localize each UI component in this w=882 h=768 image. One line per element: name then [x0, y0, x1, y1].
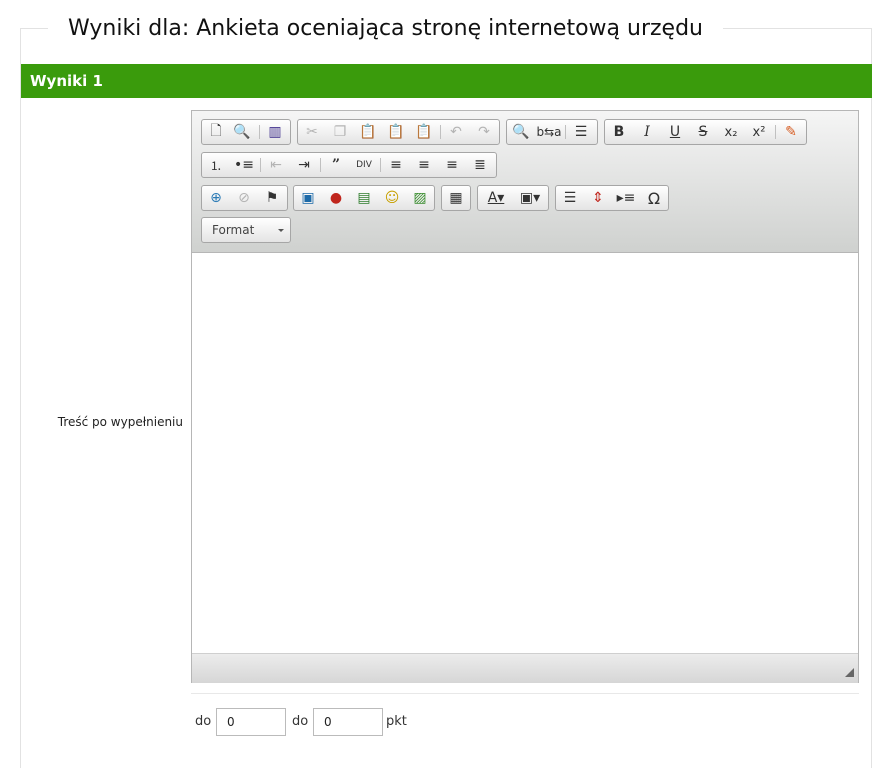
format-dropdown-label: Format [212, 223, 255, 237]
toolbar-group-links: ⊕ ⊘ ⚑ [201, 185, 288, 211]
align-right-icon[interactable]: ≡ [440, 153, 464, 177]
flash-icon[interactable]: ● [324, 186, 348, 210]
create-div-icon[interactable]: DIV [352, 153, 376, 177]
subscript-icon[interactable]: x₂ [719, 120, 743, 144]
toolbar-group-tools: ☰ ⇕ ▸≡ Ω [555, 185, 669, 211]
content-after-fill-label: Treść po wypełnieniu [57, 415, 183, 429]
image-icon[interactable]: ▣ [296, 186, 320, 210]
paste-text-icon[interactable]: 📋 [384, 120, 408, 144]
templates-icon[interactable]: ▥ [263, 120, 287, 144]
blockquote-icon[interactable]: ” [324, 153, 348, 177]
horizontal-line-icon[interactable]: ☰ [558, 186, 582, 210]
outdent-icon[interactable]: ⇤ [264, 153, 288, 177]
divider [191, 693, 859, 694]
score-from-input[interactable] [216, 708, 286, 736]
media-icon[interactable]: ▤ [352, 186, 376, 210]
justify-icon[interactable]: ≣ [468, 153, 492, 177]
editor-content-area[interactable] [192, 253, 858, 653]
align-center-icon[interactable]: ≡ [412, 153, 436, 177]
section-header: Wyniki 1 [21, 64, 872, 98]
show-blocks-icon[interactable]: ▸≡ [614, 186, 638, 210]
toolbar-group-paragraph: ⒈ •≡ ⇤ ⇥ ” DIV ≡ ≡ ≡ ≣ [201, 152, 497, 178]
new-page-icon[interactable]: 🗋 [204, 120, 228, 144]
background-color-icon[interactable]: ▣▾ [514, 186, 546, 210]
superscript-icon[interactable]: x² [747, 120, 771, 144]
toolbar-group-colors: A▾ ▣▾ [477, 185, 549, 211]
toolbar-group-document: 🗋 🔍 ▥ [201, 119, 291, 145]
score-unit: pkt [386, 714, 407, 729]
find-icon[interactable]: 🔍 [509, 120, 533, 144]
page-break-icon[interactable]: ⇕ [586, 186, 610, 210]
score-to-input[interactable] [313, 708, 383, 736]
page-title: Wyniki dla: Ankieta oceniająca stronę in… [48, 14, 723, 44]
align-left-icon[interactable]: ≡ [384, 153, 408, 177]
redo-icon[interactable]: ↷ [472, 120, 496, 144]
remove-format-icon[interactable]: ✎ [779, 120, 803, 144]
toolbar-group-clipboard: ✂ ❐ 📋 📋 📋 ↶ ↷ [297, 119, 500, 145]
score-to-label: do [292, 714, 309, 729]
replace-icon[interactable]: b⇆a [536, 120, 561, 144]
numbered-list-icon[interactable]: ⒈ [204, 153, 228, 177]
format-dropdown[interactable]: Format [201, 217, 291, 243]
smiley-icon[interactable]: ☺ [380, 186, 404, 210]
chevron-down-icon [278, 229, 284, 232]
indent-icon[interactable]: ⇥ [292, 153, 316, 177]
gallery-icon[interactable]: ▨ [408, 186, 432, 210]
paste-word-icon[interactable]: 📋 [412, 120, 436, 144]
strikethrough-icon[interactable]: S [691, 120, 715, 144]
cut-icon[interactable]: ✂ [300, 120, 324, 144]
anchor-icon[interactable]: ⚑ [260, 186, 284, 210]
editor-status-bar [192, 653, 858, 683]
toolbar-group-basic-styles: B I U S x₂ x² ✎ [604, 119, 807, 145]
special-char-icon[interactable]: Ω [642, 186, 666, 210]
toolbar-group-find: 🔍 b⇆a ☰ [506, 119, 598, 145]
select-all-icon[interactable]: ☰ [569, 120, 593, 144]
undo-icon[interactable]: ↶ [444, 120, 468, 144]
score-from-label: do [195, 714, 212, 729]
italic-icon[interactable]: I [635, 120, 659, 144]
bulleted-list-icon[interactable]: •≡ [232, 153, 256, 177]
table-icon[interactable]: ▦ [444, 186, 468, 210]
resize-handle-icon[interactable] [845, 668, 854, 677]
text-color-icon[interactable]: A▾ [480, 186, 512, 210]
rich-text-editor: 🗋 🔍 ▥ ✂ ❐ 📋 📋 📋 ↶ ↷ 🔍 b⇆a ☰ B I U S x₂ x… [191, 110, 859, 683]
paste-icon[interactable]: 📋 [356, 120, 380, 144]
toolbar-group-insert: ▣ ● ▤ ☺ ▨ [293, 185, 435, 211]
toolbar-group-table: ▦ [441, 185, 471, 211]
preview-icon[interactable]: 🔍 [230, 120, 254, 144]
copy-icon[interactable]: ❐ [328, 120, 352, 144]
link-icon[interactable]: ⊕ [204, 186, 228, 210]
underline-icon[interactable]: U [663, 120, 687, 144]
editor-toolbar: 🗋 🔍 ▥ ✂ ❐ 📋 📋 📋 ↶ ↷ 🔍 b⇆a ☰ B I U S x₂ x… [192, 111, 858, 253]
unlink-icon[interactable]: ⊘ [232, 186, 256, 210]
bold-icon[interactable]: B [607, 120, 631, 144]
